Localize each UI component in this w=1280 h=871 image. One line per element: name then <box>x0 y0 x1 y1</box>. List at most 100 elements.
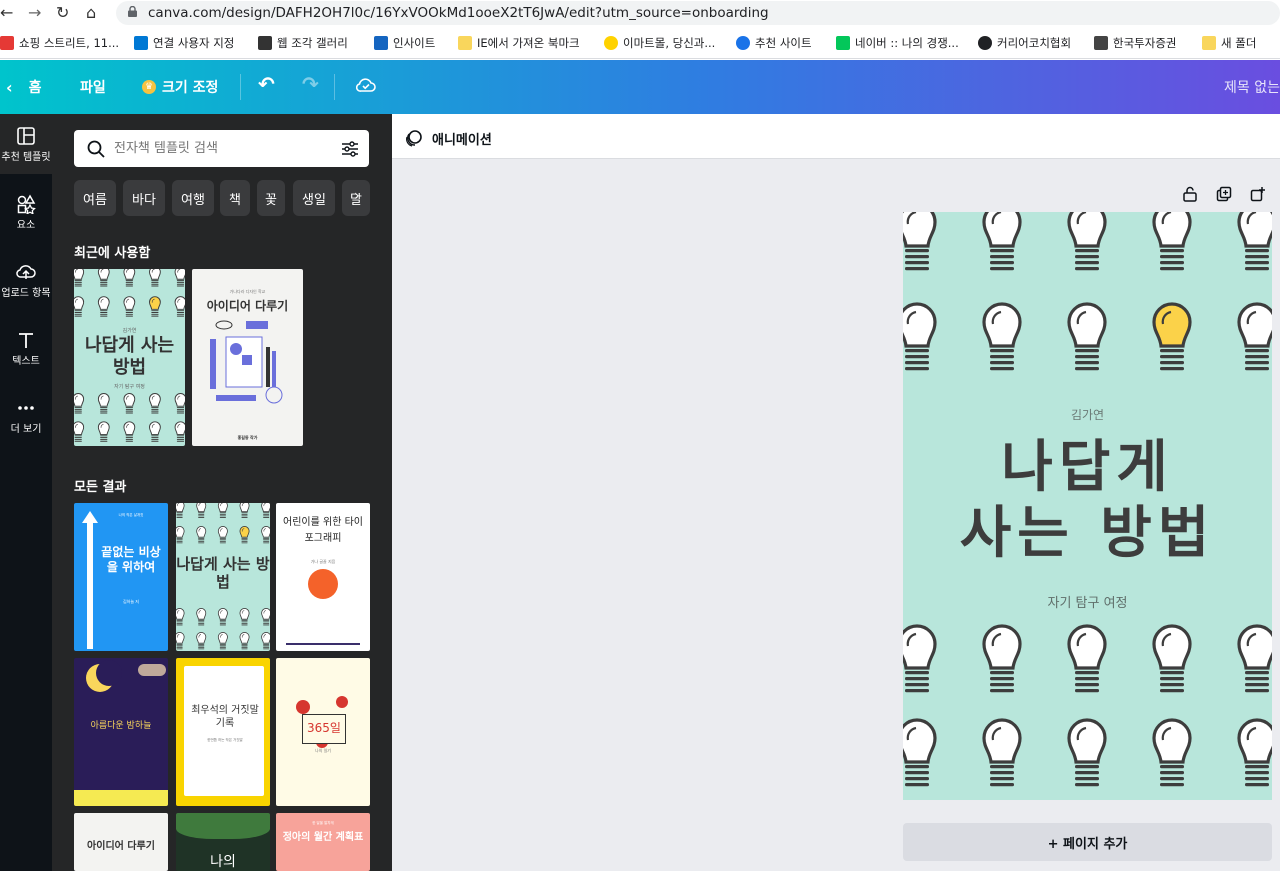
bookmark-item[interactable]: IE에서 가져온 북마크 <box>458 34 580 52</box>
lightbulb-icon <box>149 421 161 442</box>
url-text: canva.com/design/DAFH2OH7l0c/16YxVOOkMd1… <box>148 5 769 21</box>
lightbulb-icon <box>217 632 228 650</box>
home-icon[interactable]: ⌂ <box>86 3 96 22</box>
thumb-title: 나답게 사는 방법 <box>84 335 175 378</box>
author-name[interactable]: 김가연 <box>903 406 1272 423</box>
bookmark-item[interactable]: 웹 조각 갤러리 <box>258 34 348 52</box>
cover-title-line1[interactable]: 나답게 <box>903 434 1272 500</box>
filter-chip[interactable]: 여름 <box>74 180 116 216</box>
duplicate-page-icon[interactable] <box>1216 186 1232 202</box>
undo-icon[interactable]: ↶ <box>258 72 275 96</box>
arrow-up-graphic <box>82 511 98 649</box>
template-thumb[interactable]: 어린이를 위한 타이포그래피 가나 글꼴 지음 <box>276 503 370 651</box>
lightbulb-icon <box>196 608 207 626</box>
chip-label: 생일 <box>302 192 326 208</box>
template-thumb[interactable]: 나의 작은 날개짓 끝없는 비상을 위하여 김하늘 저 <box>74 503 168 651</box>
chevron-right-icon[interactable]: › <box>354 188 370 208</box>
bookmark-label: 추천 사이트 <box>755 36 812 50</box>
template-thumb[interactable]: 아이디어 다루기 <box>74 813 168 871</box>
rail-item-text[interactable]: 텍스트 <box>0 318 52 378</box>
forward-icon[interactable]: → <box>28 3 41 22</box>
lightbulb-icon <box>176 526 185 544</box>
thumb-title: 아이디어 다루기 <box>87 841 155 852</box>
home-label: 홈 <box>28 80 42 96</box>
unlock-icon[interactable] <box>1182 186 1198 202</box>
webslice-icon <box>258 36 272 50</box>
lightbulb-icon <box>1152 302 1192 371</box>
bookmarks-bar: 쇼핑 스트리트, 11... 연결 사용자 지정 웹 조각 갤러리 인사이트 IE에서 … <box>0 26 1280 59</box>
rail-item-upload[interactable]: 업로드 항목 <box>0 250 52 310</box>
template-search[interactable] <box>74 130 369 167</box>
folder-icon <box>458 36 472 50</box>
template-thumb[interactable]: 최우석의 거짓말 기록 한번쯤 하는 작은 거짓말 <box>176 658 270 806</box>
filter-chip[interactable]: 책 <box>220 180 250 216</box>
bookmark-item[interactable]: 추천 사이트 <box>736 34 812 52</box>
lightbulb-icon <box>123 393 136 414</box>
naver-icon <box>836 36 850 50</box>
divider <box>334 74 335 100</box>
bookmark-item[interactable]: 네이버 :: 나의 경쟁... <box>836 34 959 52</box>
filter-icon[interactable] <box>341 140 359 158</box>
lightbulb-icon <box>261 632 270 650</box>
cover-title-line2[interactable]: 사는 방법 <box>903 500 1272 566</box>
reload-icon[interactable]: ↻ <box>56 3 69 22</box>
design-title[interactable]: 제목 없는 <box>1224 77 1280 97</box>
rail-item-template[interactable]: 추천 템플릿 <box>0 114 52 174</box>
bookmark-label: 이마트몰, 당신과... <box>623 36 716 50</box>
more-icon <box>18 406 34 410</box>
bookmark-item[interactable]: 쇼핑 스트리트, 11... <box>0 34 119 52</box>
lightbulb-icon <box>196 632 207 650</box>
filter-chip[interactable]: 생일 <box>293 180 335 216</box>
lightbulb-icon <box>174 269 185 287</box>
add-page-button[interactable]: + 페이지 추가 <box>903 823 1272 861</box>
bookmark-item[interactable]: 인사이트 <box>374 34 435 52</box>
lightbulb-icon <box>239 632 250 650</box>
bookmark-label: 인사이트 <box>393 36 436 50</box>
bookmark-item[interactable]: 커리어코치협회 <box>978 34 1071 52</box>
template-thumb[interactable]: 아름다운 밤하늘 <box>74 658 168 806</box>
bookmark-item[interactable]: 새 폴더 <box>1202 34 1256 52</box>
home-button[interactable]: ‹ 홈 <box>6 77 41 97</box>
divider <box>240 74 241 100</box>
elements-icon <box>17 194 36 214</box>
filter-chip[interactable]: 바다 <box>123 180 165 216</box>
filter-chip[interactable]: 꽃 <box>257 180 285 216</box>
lightbulb-icon <box>97 296 110 317</box>
lightbulb-icon <box>74 269 85 287</box>
chip-label: 여름 <box>83 192 107 208</box>
add-page-label: + 페이지 추가 <box>1047 836 1128 852</box>
lightbulb-icon <box>74 296 85 317</box>
bookmark-item[interactable]: 이마트몰, 당신과... <box>604 34 715 52</box>
template-thumb[interactable]: 가나다라 디자인 학교 아이디어 다루기 홍길동 작가 <box>192 269 303 446</box>
template-thumb[interactable]: 나의 <box>176 813 270 871</box>
design-page[interactable]: 김가연 나답게 사는 방법 자기 탐구 여정 <box>903 212 1272 800</box>
resize-button[interactable]: ♛ 크기 조정 <box>142 77 218 97</box>
lightbulb-icon <box>261 503 270 518</box>
animation-icon <box>406 130 422 147</box>
address-bar[interactable]: canva.com/design/DAFH2OH7l0c/16YxVOOkMd1… <box>116 1 1280 25</box>
lightbulb-icon <box>982 718 1022 787</box>
redo-icon[interactable]: ↷ <box>302 72 319 96</box>
filter-chip[interactable]: 여행 <box>172 180 214 216</box>
lightbulb-icon <box>97 269 110 287</box>
file-menu-button[interactable]: 파일 <box>80 77 106 97</box>
template-thumb[interactable]: 365일 나의 일기 <box>276 658 370 806</box>
rail-item-more[interactable]: 더 보기 <box>0 386 52 446</box>
cloud-saved-icon[interactable] <box>355 75 377 95</box>
bookmark-label: 새 폴더 <box>1221 36 1257 50</box>
template-icon <box>17 127 35 145</box>
bookmark-item[interactable]: 한국투자증권 <box>1094 34 1176 52</box>
thumb-caption: 한 달을 알차게 <box>312 821 334 825</box>
side-rail: 추천 템플릿요소업로드 항목텍스트더 보기 <box>0 114 52 871</box>
back-icon[interactable]: ← <box>0 3 13 22</box>
template-thumb[interactable]: 나답게 사는 방법 <box>176 503 270 651</box>
cover-subtitle[interactable]: 자기 탐구 여정 <box>903 592 1272 611</box>
thumb-title: 365일 <box>302 714 346 744</box>
animation-button[interactable]: 애니메이션 <box>404 128 492 148</box>
bookmark-item[interactable]: 연결 사용자 지정 <box>134 34 234 52</box>
rail-item-elements[interactable]: 요소 <box>0 182 52 242</box>
search-input[interactable] <box>114 138 324 158</box>
add-page-icon[interactable] <box>1250 186 1266 202</box>
template-thumb[interactable]: 김가연 나답게 사는 방법 자기 탐구 여정 <box>74 269 185 446</box>
template-thumb[interactable]: 한 달을 알차게 정아의 월간 계획표 <box>276 813 370 871</box>
